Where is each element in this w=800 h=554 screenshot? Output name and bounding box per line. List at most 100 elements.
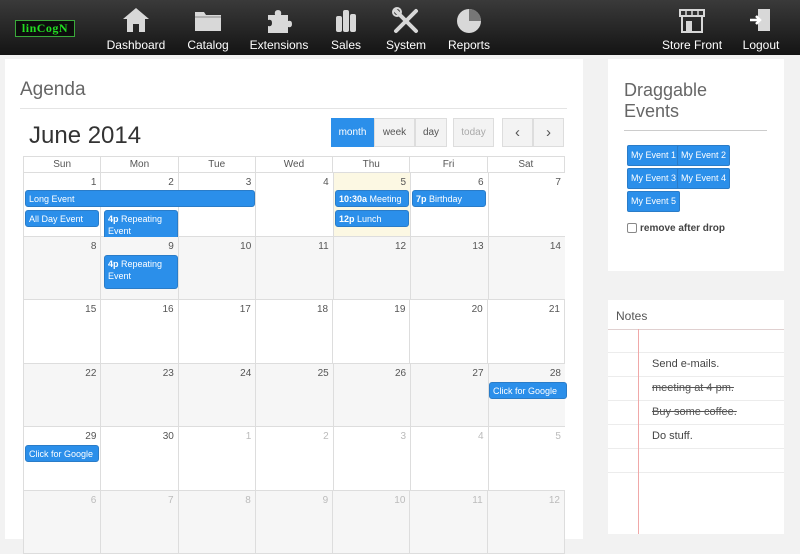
- day-number: 6: [478, 177, 484, 188]
- day-cell[interactable]: 15: [23, 300, 100, 364]
- event-time: 10:30a: [339, 194, 367, 204]
- event-google-link[interactable]: Click for Google: [25, 445, 99, 462]
- draggable-event[interactable]: My Event 2: [677, 145, 730, 166]
- nav-dashboard[interactable]: Dashboard: [106, 0, 166, 55]
- day-number: 30: [163, 431, 174, 442]
- day-cell-other-month[interactable]: 12: [487, 491, 565, 554]
- nav-logout[interactable]: Logout: [738, 0, 784, 55]
- event-lunch[interactable]: 12p Lunch: [335, 210, 409, 227]
- note-rule: [608, 472, 784, 473]
- note-item-done[interactable]: meeting at 4 pm.: [652, 382, 734, 394]
- note-item-done[interactable]: Buy some coffee.: [652, 406, 737, 418]
- day-cell[interactable]: 7: [488, 173, 565, 237]
- event-title: Click for Google: [29, 449, 93, 459]
- next-month-button[interactable]: ›: [533, 118, 564, 147]
- day-cell[interactable]: 24: [178, 364, 255, 428]
- view-month-button[interactable]: month: [331, 118, 374, 147]
- day-number: 7: [168, 495, 174, 506]
- day-cell[interactable]: 23: [100, 364, 177, 428]
- day-cell[interactable]: 30: [100, 427, 177, 491]
- prev-month-button[interactable]: ‹: [502, 118, 533, 147]
- nav-extensions[interactable]: Extensions: [248, 0, 310, 55]
- day-cell[interactable]: 21: [487, 300, 565, 364]
- day-cell-other-month[interactable]: 2: [255, 427, 332, 491]
- day-cell-other-month[interactable]: 6: [23, 491, 100, 554]
- puzzle-icon: [264, 6, 294, 34]
- brand-logo[interactable]: linCogN: [15, 20, 75, 37]
- event-time: 7p: [416, 194, 427, 204]
- day-cell[interactable]: 16: [100, 300, 177, 364]
- event-title: All Day Event: [29, 214, 83, 224]
- day-cell-other-month[interactable]: 7: [100, 491, 177, 554]
- nav-system[interactable]: System: [382, 0, 430, 55]
- nav-store-front[interactable]: Store Front: [662, 0, 722, 55]
- day-cell[interactable]: 18: [255, 300, 332, 364]
- weekday-label: Tue: [178, 156, 255, 173]
- day-cell-other-month[interactable]: 5: [488, 427, 565, 491]
- pie-chart-icon: [454, 6, 484, 34]
- day-number: 29: [85, 431, 96, 442]
- event-repeating[interactable]: 4p Repeating Event: [104, 255, 178, 289]
- day-number: 28: [550, 368, 561, 379]
- event-google-link[interactable]: Click for Google: [489, 382, 567, 399]
- agenda-panel: Agenda June 2014 month week day today ‹ …: [5, 59, 583, 539]
- day-cell[interactable]: 25: [255, 364, 332, 428]
- nav-sales[interactable]: Sales: [326, 0, 366, 55]
- day-number: 27: [472, 368, 483, 379]
- draggable-event[interactable]: My Event 3: [627, 168, 680, 189]
- event-meeting[interactable]: 10:30a Meeting: [335, 190, 409, 207]
- day-number: 9: [168, 241, 174, 252]
- day-cell-other-month[interactable]: 3: [333, 427, 410, 491]
- note-item[interactable]: Send e-mails.: [652, 358, 719, 370]
- panel-title: Draggable Events: [624, 80, 754, 122]
- day-cell[interactable]: 8: [23, 237, 100, 301]
- note-rule: [608, 448, 784, 449]
- day-cell-other-month[interactable]: 8: [178, 491, 255, 554]
- view-day-button[interactable]: day: [415, 118, 447, 147]
- note-rule: [608, 352, 784, 353]
- day-cell[interactable]: 11: [255, 237, 332, 301]
- remove-after-drop-checkbox[interactable]: [627, 223, 637, 233]
- day-cell[interactable]: 12: [333, 237, 410, 301]
- event-long-event[interactable]: Long Event: [25, 190, 255, 207]
- day-cell[interactable]: 27: [410, 364, 487, 428]
- day-cell-other-month[interactable]: 4: [410, 427, 487, 491]
- weekday-header: Sun Mon Tue Wed Thu Fri Sat: [23, 156, 565, 173]
- today-button[interactable]: today: [453, 118, 494, 147]
- day-cell-other-month[interactable]: 11: [409, 491, 486, 554]
- view-week-button[interactable]: week: [374, 118, 415, 147]
- calendar-month-title: June 2014: [29, 122, 141, 150]
- notes-margin-line: [638, 329, 639, 534]
- day-cell[interactable]: 4: [255, 173, 332, 237]
- event-birthday-party[interactable]: 7p Birthday Party: [412, 190, 486, 207]
- draggable-event[interactable]: My Event 5: [627, 191, 680, 212]
- day-cell-other-month[interactable]: 1: [178, 427, 255, 491]
- day-number: 13: [472, 241, 483, 252]
- day-cell[interactable]: 13: [410, 237, 487, 301]
- day-number: 17: [240, 304, 251, 315]
- draggable-event[interactable]: My Event 4: [677, 168, 730, 189]
- weekday-label: Wed: [255, 156, 332, 173]
- day-cell-other-month[interactable]: 10: [332, 491, 409, 554]
- nav-catalog[interactable]: Catalog: [184, 0, 232, 55]
- weekday-label: Sun: [23, 156, 100, 173]
- day-number: 11: [318, 241, 328, 252]
- nav-reports[interactable]: Reports: [446, 0, 492, 55]
- nav-label: Store Front: [662, 38, 722, 52]
- day-cell[interactable]: 26: [333, 364, 410, 428]
- day-number: 26: [395, 368, 406, 379]
- day-cell[interactable]: 17: [178, 300, 255, 364]
- note-item[interactable]: Do stuff.: [652, 430, 693, 442]
- day-cell[interactable]: 10: [178, 237, 255, 301]
- draggable-event[interactable]: My Event 1: [627, 145, 680, 166]
- weekday-label: Mon: [100, 156, 177, 173]
- day-cell[interactable]: 19: [332, 300, 409, 364]
- day-cell[interactable]: 20: [409, 300, 486, 364]
- day-number: 15: [85, 304, 96, 315]
- day-cell[interactable]: 14: [488, 237, 565, 301]
- nav-label: System: [382, 38, 430, 52]
- event-all-day[interactable]: All Day Event: [25, 210, 99, 227]
- day-number: 24: [240, 368, 251, 379]
- day-cell-other-month[interactable]: 9: [255, 491, 332, 554]
- day-cell[interactable]: 22: [23, 364, 100, 428]
